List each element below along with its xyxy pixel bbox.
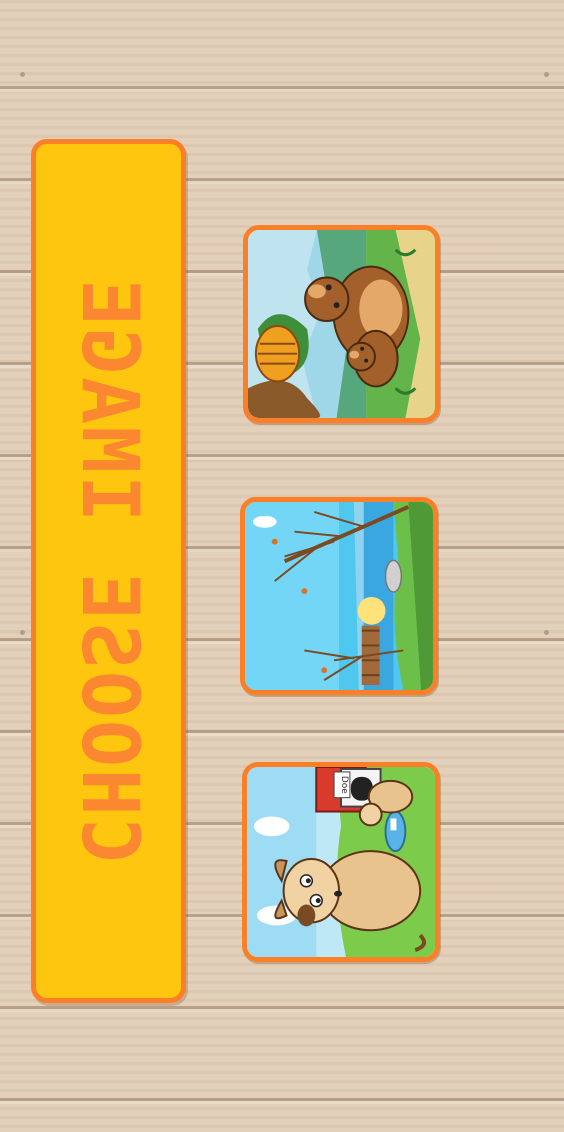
title-banner: CHOOSE IMAGE [31,139,186,1003]
bears-picture [248,230,435,418]
wood-nail [544,630,549,635]
image-option-bears[interactable] [243,225,440,423]
lake-picture [245,502,433,690]
image-option-dogs[interactable]: Doe [242,762,440,962]
image-option-lake[interactable] [240,497,438,695]
dogs-picture: Doe [247,767,435,957]
wood-nail [20,72,25,77]
wood-nail [20,630,25,635]
doghouse-sign: Doe [339,776,349,794]
choose-image-title: CHOOSE IMAGE [63,277,154,865]
wood-nail [544,72,549,77]
